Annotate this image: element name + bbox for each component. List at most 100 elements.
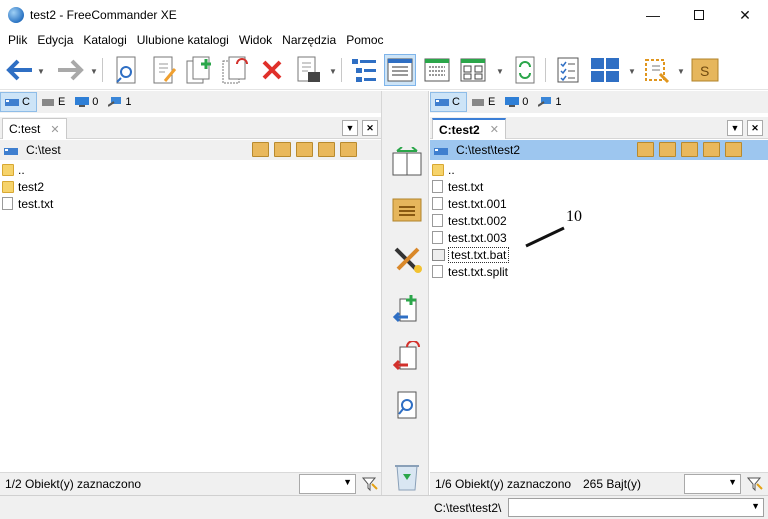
tools-dropdown-icon[interactable]: ▼ (677, 67, 685, 76)
recycle-bin-icon[interactable] (392, 460, 422, 491)
command-line-input[interactable]: ▼ (508, 498, 764, 517)
close-panel-tab-button[interactable]: ✕ (362, 120, 378, 136)
maximize-button[interactable] (676, 0, 722, 30)
tree-view-icon[interactable] (348, 54, 380, 86)
hdd-icon (4, 145, 18, 155)
left-path-bar[interactable]: C:\test (0, 140, 381, 160)
list-item[interactable]: test.txt.002 (430, 212, 768, 229)
list-item[interactable]: test2 (0, 178, 381, 195)
filter-icon[interactable] (746, 476, 763, 492)
history-icon[interactable] (637, 142, 654, 157)
thumbnail-view-icon[interactable] (457, 54, 489, 86)
script-icon[interactable]: S (689, 54, 721, 86)
history-icon[interactable] (252, 142, 269, 157)
main-toolbar: ▼ ▼ ▼ ▼ ▼ ▼ S (0, 50, 768, 90)
right-drive-1[interactable]: 1 (534, 92, 567, 112)
list-item[interactable]: .. (0, 161, 381, 178)
menu-katalogi[interactable]: Katalogi (78, 30, 131, 50)
list-item[interactable]: test.txt (0, 195, 381, 212)
details-view-icon[interactable] (384, 54, 416, 86)
right-filter-combo[interactable]: ▼ (684, 474, 741, 494)
batch-file-icon (432, 248, 445, 261)
tools-icon[interactable] (392, 245, 422, 275)
folder-tree-icon[interactable] (340, 142, 357, 157)
hdd-icon (435, 97, 449, 107)
layout-dropdown-icon[interactable]: ▼ (628, 67, 636, 76)
left-tab-c-test[interactable]: C:test ✕ (2, 118, 67, 139)
left-status-bar: 1/2 Obiekt(y) zaznaczono ▼ (0, 472, 381, 495)
menu-widok[interactable]: Widok (234, 30, 277, 50)
view-dropdown-icon[interactable]: ▼ (496, 67, 504, 76)
forward-dropdown-icon[interactable]: ▼ (90, 67, 98, 76)
menu-ulubione-katalogi[interactable]: Ulubione katalogi (132, 30, 234, 50)
view-file-icon[interactable] (110, 54, 142, 86)
left-path-buttons (252, 142, 357, 157)
copy-file-icon[interactable] (183, 54, 215, 86)
right-drive-0[interactable]: 0 (501, 92, 534, 112)
properties-icon[interactable] (293, 54, 325, 86)
favorite-tools-icon[interactable] (640, 54, 672, 86)
annotation-arrow (525, 226, 565, 248)
right-path-bar[interactable]: C:\test\test2 (430, 140, 768, 160)
left-path-text: C:\test (26, 143, 61, 157)
drive-label: C (452, 96, 460, 108)
file-icon (432, 214, 443, 227)
root-folder-icon[interactable] (703, 142, 720, 157)
root-folder-icon[interactable] (318, 142, 335, 157)
left-status-text: 1/2 Obiekt(y) zaznaczono (5, 477, 142, 491)
drive-label: E (57, 96, 66, 108)
move-to-left-icon[interactable] (392, 340, 422, 371)
back-icon[interactable] (4, 54, 36, 86)
forward-icon[interactable] (54, 54, 86, 86)
svg-text:S: S (700, 63, 709, 79)
swap-panels-icon[interactable] (392, 146, 422, 177)
view-file-mid-icon[interactable] (392, 390, 422, 420)
list-item[interactable]: .. (430, 161, 768, 178)
menu-pomoc[interactable]: Pomoc (341, 30, 388, 50)
parent-folder-icon[interactable] (296, 142, 313, 157)
menu-edycja[interactable]: Edycja (32, 30, 78, 50)
synchronize-icon[interactable] (509, 54, 541, 86)
right-drive-c[interactable]: C (430, 92, 467, 112)
list-item[interactable]: test.txt (430, 178, 768, 195)
right-drive-e[interactable]: E (467, 92, 501, 112)
favorites-icon[interactable] (274, 142, 291, 157)
menu-plik[interactable]: Plik (3, 30, 32, 50)
panel-layout-icon[interactable] (589, 54, 621, 86)
left-drive-e[interactable]: E (37, 92, 71, 112)
close-window-button[interactable]: ✕ (722, 0, 768, 30)
file-icon (2, 197, 13, 210)
filter-icon[interactable] (361, 476, 378, 492)
back-dropdown-icon[interactable]: ▼ (37, 67, 45, 76)
close-tab-icon[interactable]: ✕ (490, 123, 499, 136)
favorites-icon[interactable] (659, 142, 676, 157)
list-view-icon[interactable] (421, 54, 453, 86)
left-tab-strip: C:test ✕ ▼ ✕ (0, 117, 381, 139)
properties-dropdown-icon[interactable]: ▼ (329, 67, 337, 76)
menu-narzedzia[interactable]: Narzędzia (277, 30, 341, 50)
list-item[interactable]: test.txt.001 (430, 195, 768, 212)
delete-icon[interactable] (256, 54, 288, 86)
list-item[interactable]: test.txt.split (430, 263, 768, 280)
parent-folder-icon[interactable] (681, 142, 698, 157)
close-tab-icon[interactable]: ✕ (50, 123, 59, 136)
tab-list-dropdown[interactable]: ▼ (727, 120, 743, 136)
chevron-down-icon[interactable]: ▼ (751, 501, 760, 511)
edit-file-icon[interactable] (148, 54, 180, 86)
minimize-button[interactable]: — (630, 0, 676, 30)
left-drive-0[interactable]: 0 (71, 92, 104, 112)
right-tab-c-test2[interactable]: C:test2 ✕ (432, 118, 506, 139)
move-file-icon[interactable] (219, 54, 251, 86)
list-item[interactable]: test.txt.003 (430, 229, 768, 246)
list-item[interactable]: test.txt.bat (430, 246, 768, 263)
tab-list-dropdown[interactable]: ▼ (342, 120, 358, 136)
left-drive-1[interactable]: 1 (104, 92, 137, 112)
left-drive-c[interactable]: C (0, 92, 37, 112)
folder-menu-icon[interactable] (392, 197, 422, 227)
close-panel-tab-button[interactable]: ✕ (747, 120, 763, 136)
copy-to-left-icon[interactable] (392, 293, 422, 323)
folder-tree-icon[interactable] (725, 142, 742, 157)
left-filter-combo[interactable]: ▼ (299, 474, 356, 494)
checklist-icon[interactable] (552, 54, 584, 86)
app-icon (8, 7, 24, 23)
